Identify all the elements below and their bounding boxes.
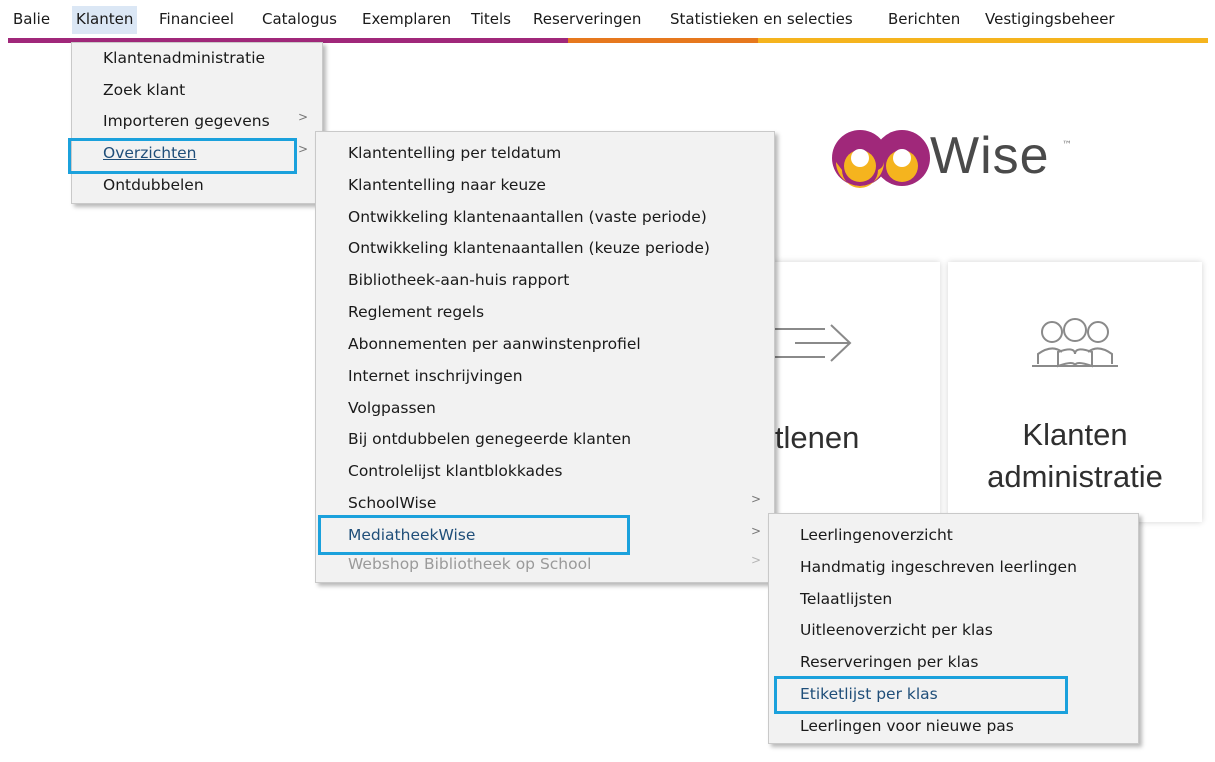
menu-item-klantentelling-keuze[interactable]: Klantentelling naar keuze: [316, 170, 774, 202]
tile-uitlenen-label: itlenen: [768, 420, 860, 455]
submenu-arrow-icon: >: [751, 553, 762, 567]
menu-item-leerlingenoverzicht[interactable]: Leerlingenoverzicht: [769, 520, 1138, 552]
submenu-arrow-icon: >: [751, 492, 762, 506]
menu-item-reserveringen-klas[interactable]: Reserveringen per klas: [769, 647, 1138, 679]
submenu-arrow-icon: >: [298, 110, 309, 124]
menu-reserveringen[interactable]: Reserveringen: [533, 10, 641, 28]
menu-item-label: Klantentelling naar keuze: [348, 176, 546, 194]
menu-item-label: Bibliotheek-aan-huis rapport: [348, 271, 570, 289]
menu-item-uitleenoverzicht[interactable]: Uitleenoverzicht per klas: [769, 615, 1138, 647]
brand-strip-orange: [568, 38, 758, 43]
menu-item-label: Reserveringen per klas: [800, 653, 979, 671]
brand-strip-yellow: [758, 38, 1208, 43]
menu-item-reglement-regels[interactable]: Reglement regels: [316, 297, 774, 329]
tile-klanten-label: Klanten administratie: [948, 414, 1202, 498]
menu-item-klantenadministratie[interactable]: Klantenadministratie: [72, 43, 322, 75]
tile-klanten-line1: Klanten: [1022, 417, 1128, 452]
trademark-symbol: ™: [1062, 140, 1072, 151]
menu-item-leerlingen-nieuwe-pas[interactable]: Leerlingen voor nieuwe pas: [769, 711, 1138, 743]
menu-item-label: Reglement regels: [348, 303, 485, 321]
menu-item-label: Importeren gegevens: [103, 112, 270, 130]
menu-item-label: Zoek klant: [103, 81, 186, 99]
menu-item-label: Uitleenoverzicht per klas: [800, 621, 993, 639]
menu-bar: Balie Klanten Financieel Catalogus Exemp…: [0, 0, 1215, 36]
menu-item-label: MediatheekWise: [348, 526, 476, 544]
submenu-arrow-icon: >: [751, 524, 762, 538]
wise-logo-text: Wise: [930, 127, 1050, 185]
menu-item-internet-inschrijvingen[interactable]: Internet inschrijvingen: [316, 361, 774, 393]
wise-logo-mark: [832, 130, 930, 188]
wise-logo: Wise ™: [830, 120, 1090, 200]
menu-item-label: Abonnementen per aanwinstenprofiel: [348, 335, 641, 353]
klanten-menu: Klantenadministratie Zoek klant Importer…: [71, 42, 323, 204]
menu-item-volgpassen[interactable]: Volgpassen: [316, 393, 774, 425]
tile-klantenadministratie[interactable]: Klanten administratie: [948, 262, 1202, 522]
menu-item-label: Handmatig ingeschreven leerlingen: [800, 558, 1077, 576]
menu-item-label: Volgpassen: [348, 399, 436, 417]
menu-item-label: SchoolWise: [348, 494, 437, 512]
menu-item-genegeerde-klanten[interactable]: Bij ontdubbelen genegeerde klanten: [316, 424, 774, 456]
menu-item-etiketlijst[interactable]: Etiketlijst per klas: [769, 679, 1138, 711]
menu-item-ontwikkeling-vaste[interactable]: Ontwikkeling klantenaantallen (vaste per…: [316, 202, 774, 234]
menu-item-zoek-klant[interactable]: Zoek klant: [72, 75, 322, 107]
menu-berichten[interactable]: Berichten: [888, 10, 960, 28]
menu-item-label: Leerlingenoverzicht: [800, 526, 953, 544]
menu-item-label: Klantentelling per teldatum: [348, 144, 562, 162]
menu-item-label: Ontwikkeling klantenaantallen (keuze per…: [348, 239, 710, 257]
menu-item-klantblokkades[interactable]: Controlelijst klantblokkades: [316, 456, 774, 488]
menu-item-ontdubbelen[interactable]: Ontdubbelen: [72, 170, 322, 202]
menu-item-label: Ontdubbelen: [103, 176, 204, 194]
mediatheekwise-menu: Leerlingenoverzicht Handmatig ingeschrev…: [768, 513, 1139, 744]
menu-item-ontwikkeling-keuze[interactable]: Ontwikkeling klantenaantallen (keuze per…: [316, 233, 774, 265]
menu-klanten[interactable]: Klanten: [72, 6, 138, 34]
menu-item-overzichten[interactable]: Overzichten >: [72, 138, 322, 170]
menu-item-abonnementen[interactable]: Abonnementen per aanwinstenprofiel: [316, 329, 774, 361]
menu-balie[interactable]: Balie: [13, 10, 50, 28]
submenu-arrow-icon: >: [298, 142, 309, 156]
menu-item-label: Overzichten: [103, 144, 197, 162]
menu-item-handmatig-ingeschreven[interactable]: Handmatig ingeschreven leerlingen: [769, 552, 1138, 584]
menu-titels[interactable]: Titels: [471, 10, 511, 28]
menu-item-label: Ontwikkeling klantenaantallen (vaste per…: [348, 208, 707, 226]
overzichten-menu: Klantentelling per teldatum Klantentelli…: [315, 131, 775, 583]
menu-financieel[interactable]: Financieel: [159, 10, 234, 28]
arrow-right-icon: [765, 324, 852, 362]
menu-item-schoolwise[interactable]: SchoolWise >: [316, 488, 774, 520]
menu-item-label: Internet inschrijvingen: [348, 367, 523, 385]
menu-item-mediatheekwise[interactable]: MediatheekWise >: [316, 520, 774, 552]
menu-item-label: Controlelijst klantblokkades: [348, 462, 563, 480]
menu-item-label: Klantenadministratie: [103, 49, 266, 67]
menu-item-importeren-gegevens[interactable]: Importeren gegevens >: [72, 106, 322, 138]
people-reading-icon: [1032, 318, 1118, 368]
menu-item-bibliotheek-aan-huis[interactable]: Bibliotheek-aan-huis rapport: [316, 265, 774, 297]
menu-exemplaren[interactable]: Exemplaren: [362, 10, 451, 28]
menu-item-klantentelling-teldatum[interactable]: Klantentelling per teldatum: [316, 138, 774, 170]
menu-item-webshop: Webshop Bibliotheek op School >: [316, 549, 774, 581]
menu-item-label: Bij ontdubbelen genegeerde klanten: [348, 430, 632, 448]
menu-item-label: Webshop Bibliotheek op School: [348, 555, 592, 573]
menu-item-label: Etiketlijst per klas: [800, 685, 938, 703]
menu-item-label: Leerlingen voor nieuwe pas: [800, 717, 1014, 735]
menu-item-label: Telaatlijsten: [800, 590, 893, 608]
menu-catalogus[interactable]: Catalogus: [262, 10, 337, 28]
menu-item-telaatlijsten[interactable]: Telaatlijsten: [769, 584, 1138, 616]
menu-vestigingsbeheer[interactable]: Vestigingsbeheer: [985, 10, 1115, 28]
menu-statistieken[interactable]: Statistieken en selecties: [670, 10, 853, 28]
tile-klanten-line2: administratie: [987, 459, 1163, 494]
